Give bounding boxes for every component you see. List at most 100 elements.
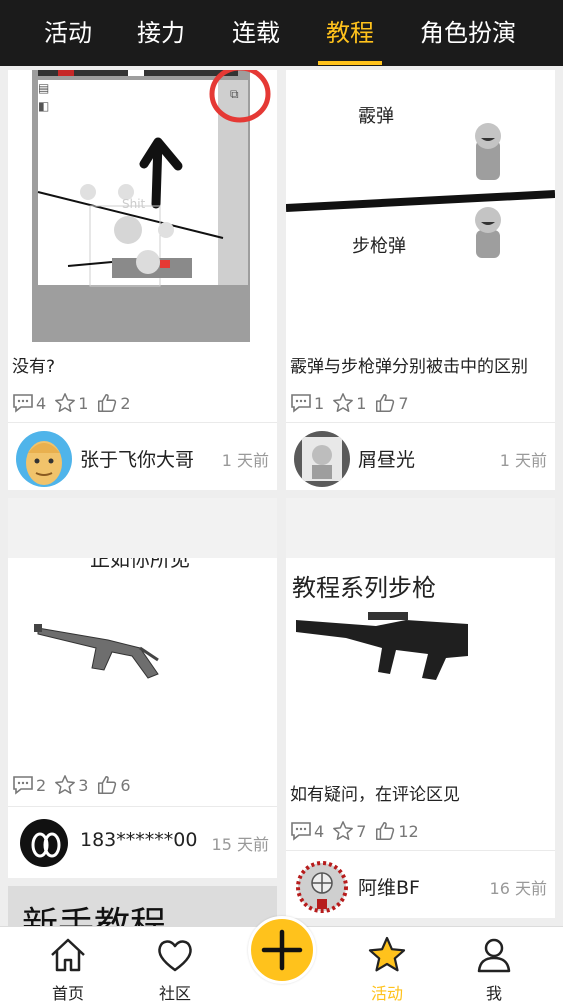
- post-stats: 4 7 12: [290, 818, 427, 844]
- heart-icon: [158, 940, 192, 972]
- plus-icon: [261, 929, 303, 971]
- nav-me[interactable]: 我: [454, 931, 534, 1002]
- nav-community-label: 社区: [158, 984, 191, 1002]
- tab-serial[interactable]: 连载: [232, 0, 280, 66]
- comment-count-value: 4: [36, 393, 47, 413]
- post-stats: 4 1 2: [12, 390, 139, 416]
- favorite-count[interactable]: 3: [54, 774, 88, 796]
- tab-activity[interactable]: 活动: [44, 0, 92, 66]
- like-count[interactable]: 6: [96, 774, 131, 796]
- author-name[interactable]: 阿维BF: [358, 873, 420, 900]
- comment-count-value: 4: [314, 821, 325, 841]
- thumbs-up-icon: [376, 822, 395, 840]
- post-thumbnail[interactable]: ▤ ◧ ⧉ Shit: [8, 70, 277, 342]
- comment-icon: [291, 394, 311, 413]
- comment-icon: [291, 822, 311, 841]
- top-tab-bar: 活动 接力 连载 教程 角色扮演: [0, 0, 563, 66]
- post-title[interactable]: 如有疑问，在评论区见: [290, 780, 460, 805]
- thumbs-up-icon: [376, 394, 395, 412]
- tab-tutorial[interactable]: 教程: [326, 0, 374, 66]
- author-name[interactable]: 屑昼光: [358, 445, 415, 472]
- star-outline-icon: [55, 775, 76, 794]
- like-count-value: 6: [120, 775, 131, 795]
- post-stats: 2 3 6: [12, 772, 139, 798]
- home-icon: [51, 938, 85, 972]
- tab-relay[interactable]: 接力: [137, 0, 185, 66]
- post-time: 16 天前: [489, 879, 547, 898]
- post-card[interactable]: ▤ ◧ ⧉ Shit 没有? 4 1 2 张于飞你大哥 1 天前: [8, 70, 277, 490]
- drawing-screenshot-image: ▤ ◧ ⧉ Shit: [32, 70, 271, 342]
- comment-count[interactable]: 1: [290, 393, 324, 413]
- comment-count[interactable]: 2: [12, 775, 46, 795]
- post-thumbnail[interactable]: 霰弹 步枪弹: [286, 70, 555, 342]
- thumbs-up-icon: [98, 394, 117, 412]
- post-title[interactable]: 没有?: [12, 352, 55, 377]
- avatar[interactable]: [294, 431, 350, 487]
- post-thumbnail[interactable]: 新手教程: [8, 886, 277, 926]
- thumbs-up-icon: [98, 776, 117, 794]
- post-card[interactable]: 霰弹 步枪弹 霰弹与步枪弹分别被击中的区别 1 1 7 屑昼光 1 天前: [286, 70, 555, 490]
- post-stats: 1 1 7: [290, 390, 417, 416]
- post-feed[interactable]: ▤ ◧ ⧉ Shit 没有? 4 1 2 张于飞你大哥 1 天前 霰弹 步枪弹 …: [0, 66, 563, 926]
- comment-icon: [13, 394, 33, 413]
- svg-text:◧: ◧: [38, 99, 49, 113]
- post-time: 15 天前: [211, 835, 269, 854]
- like-count[interactable]: 12: [374, 820, 419, 842]
- like-count-value: 12: [398, 821, 419, 841]
- favorite-count-value: 1: [356, 393, 367, 413]
- avatar[interactable]: [16, 431, 72, 487]
- comment-count[interactable]: 4: [290, 821, 324, 841]
- favorite-count[interactable]: 1: [54, 392, 88, 414]
- favorite-count-value: 3: [78, 775, 89, 795]
- like-count[interactable]: 7: [374, 392, 409, 414]
- tab-roleplay[interactable]: 角色扮演: [420, 0, 516, 66]
- thumbnail-text: 新手教程: [22, 905, 167, 926]
- favorite-count[interactable]: 1: [332, 392, 366, 414]
- comment-count-value: 1: [314, 393, 325, 413]
- star-icon: [368, 936, 406, 972]
- comment-count[interactable]: 4: [12, 393, 46, 413]
- favorite-count-value: 7: [356, 821, 367, 841]
- author-name[interactable]: 张于飞你大哥: [80, 445, 194, 472]
- nav-home-label: 首页: [51, 984, 84, 1002]
- post-author[interactable]: 屑昼光 1 天前: [286, 422, 555, 490]
- star-outline-icon: [333, 821, 354, 840]
- thumbnail-label-bottom: 步枪弹: [352, 236, 406, 257]
- nav-activity[interactable]: 活动: [347, 931, 427, 1002]
- nav-me-label: 我: [485, 984, 502, 1002]
- thumbnail-label-top: 霰弹: [358, 106, 394, 127]
- thumbnail-text: 教程系列步枪: [292, 574, 436, 602]
- avatar-image: [16, 431, 72, 487]
- favorite-count[interactable]: 7: [332, 820, 366, 842]
- app-screen: 活动 接力 连载 教程 角色扮演 ▤ ◧ ⧉ Shit 没有? 4 1 2 张于…: [0, 0, 563, 1002]
- post-author[interactable]: 张于飞你大哥 1 天前: [8, 422, 277, 490]
- avatar-image: [294, 431, 350, 487]
- star-outline-icon: [55, 393, 76, 412]
- active-tab-indicator: [318, 61, 382, 65]
- post-thumbnail[interactable]: 正如你所见: [8, 498, 277, 772]
- like-count-value: 2: [120, 393, 131, 413]
- post-thumbnail[interactable]: 教程系列步枪: [286, 498, 555, 710]
- nav-community[interactable]: 社区: [135, 931, 215, 1002]
- post-card[interactable]: 正如你所见 2 3 6 183******00 15 天前: [8, 498, 277, 878]
- avatar[interactable]: [294, 859, 350, 915]
- avatar[interactable]: [16, 815, 72, 871]
- author-name[interactable]: 183******00: [80, 829, 197, 851]
- star-outline-icon: [333, 393, 354, 412]
- comment-icon: [13, 776, 33, 795]
- post-title[interactable]: 霰弹与步枪弹分别被击中的区别: [290, 352, 528, 377]
- post-author[interactable]: 183******00 15 天前: [8, 806, 277, 876]
- favorite-count-value: 1: [78, 393, 89, 413]
- post-time: 1 天前: [221, 451, 269, 470]
- avatar-image: [294, 859, 350, 915]
- create-post-button[interactable]: [248, 916, 316, 984]
- post-author[interactable]: 阿维BF 16 天前: [286, 850, 555, 918]
- post-card[interactable]: 教程系列步枪 如有疑问，在评论区见 4 7 12 阿维BF 16 天前: [286, 498, 555, 918]
- ballistics-diagram-image: 霰弹 步枪弹: [286, 106, 555, 258]
- comment-count-value: 2: [36, 775, 47, 795]
- post-time: 1 天前: [499, 451, 547, 470]
- post-card[interactable]: 新手教程: [8, 886, 277, 926]
- like-count[interactable]: 2: [96, 392, 131, 414]
- nav-activity-label: 活动: [370, 984, 403, 1002]
- nav-home[interactable]: 首页: [28, 931, 108, 1002]
